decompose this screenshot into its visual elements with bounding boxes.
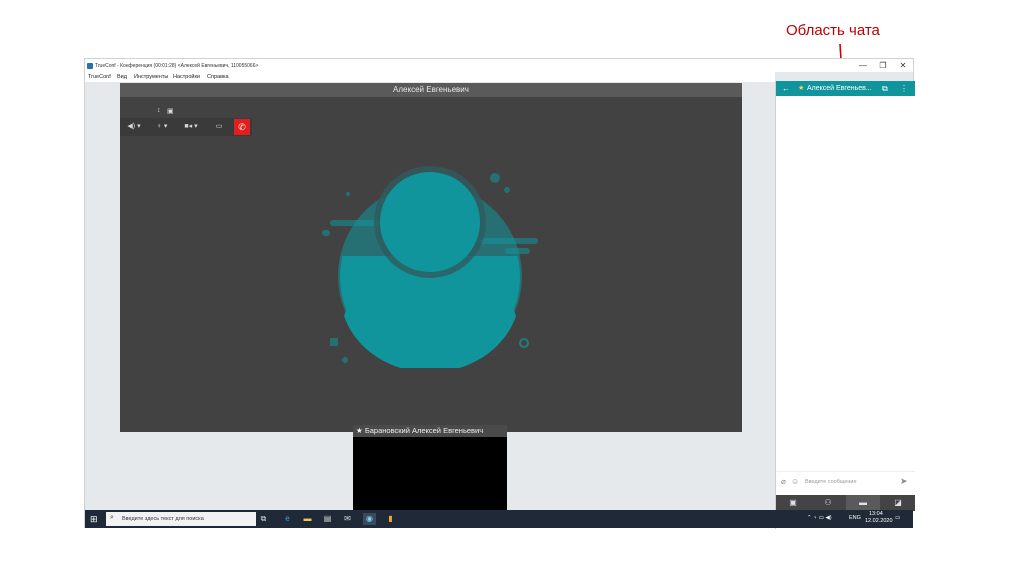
chat-tab-bar: ▣ ⚇ ▬ ◪: [776, 495, 915, 511]
clock-time[interactable]: 13:04: [869, 511, 883, 517]
task-view-icon[interactable]: ⧉: [257, 513, 270, 525]
store-icon[interactable]: ▤: [321, 513, 334, 525]
chat-input-bar: ⌀ ☺ Введите сообщение ➤: [776, 471, 915, 493]
participant-name: Алексей Евгеньевич: [120, 83, 742, 97]
star-icon: ★: [356, 426, 363, 435]
taskbar-search-placeholder: Введите здесь текст для поиска: [122, 516, 204, 522]
slide: Область чата TrueConf - Конференция (00:…: [0, 0, 1024, 574]
taskbar: ⊞ ⌕ Введите здесь текст для поиска ⧉ e ▬…: [85, 510, 913, 528]
back-icon[interactable]: ←: [782, 81, 790, 96]
camera-icon[interactable]: ■◂ ▾: [180, 121, 202, 133]
trueconf-logo-icon: [87, 63, 93, 69]
mail-icon[interactable]: ✉: [341, 513, 354, 525]
layout-icon[interactable]: ▣: [167, 107, 174, 115]
screen-share-icon[interactable]: ▭: [212, 121, 226, 133]
pin-icon[interactable]: ↕: [157, 107, 161, 114]
menu-bar: TrueConf Вид Инструменты Настройки Справ…: [85, 72, 775, 82]
close-button[interactable]: ✕: [897, 61, 909, 70]
annotation-label: Область чата: [786, 22, 880, 39]
menu-item-settings[interactable]: Настройки: [173, 74, 200, 80]
self-view: ★ Барановский Алексей Евгеньевич: [353, 425, 507, 511]
menu-item-trueconf[interactable]: TrueConf: [88, 74, 111, 80]
settings-icon[interactable]: ◪: [881, 495, 915, 511]
participants-icon[interactable]: ▣: [776, 495, 810, 511]
windows-start-icon[interactable]: ⊞: [90, 514, 100, 524]
title-bar: TrueConf - Конференция (00:01:28) <Алекс…: [85, 59, 913, 72]
app-window: TrueConf - Конференция (00:01:28) <Алекс…: [84, 58, 915, 529]
tray-icons[interactable]: ⌃ ♀ ▭ ◀): [807, 515, 832, 521]
call-toolbar: ◀) ▾ ♀ ▾ ■◂ ▾ ▭ ✆: [120, 118, 252, 136]
main-video: Алексей Евгеньевич ↕ ▣ ◀) ▾ ♀ ▾ ■◂ ▾ ▭ ✆: [120, 83, 742, 432]
chat-icon[interactable]: ▬: [846, 495, 880, 511]
chat-panel: ← ★ Алексей Евгеньев... ⧉ ⋮ ⌀ ☺ Введите …: [775, 81, 915, 529]
minimize-button[interactable]: —: [857, 61, 869, 70]
speaker-icon[interactable]: ◀) ▾: [124, 121, 144, 133]
chat-header: ← ★ Алексей Евгеньев... ⧉ ⋮: [776, 81, 915, 96]
message-input[interactable]: Введите сообщение: [805, 479, 857, 485]
explorer-icon[interactable]: ▬: [301, 513, 314, 525]
menu-item-tools[interactable]: Инструменты: [134, 74, 168, 80]
clock-date[interactable]: 12.02.2020: [865, 518, 893, 524]
self-view-name: Барановский Алексей Евгеньевич: [364, 426, 484, 435]
edge-icon[interactable]: e: [281, 513, 294, 525]
trueconf-taskbar-icon[interactable]: ◉: [363, 513, 376, 525]
self-view-label: ★ Барановский Алексей Евгеньевич: [353, 425, 507, 437]
toolbar-top: ↕ ▣: [155, 107, 177, 117]
taskbar-search[interactable]: ⌕ Введите здесь текст для поиска: [106, 512, 256, 526]
emoji-icon[interactable]: ☺: [791, 477, 799, 486]
notification-icon[interactable]: ▭: [895, 515, 900, 521]
hang-up-icon[interactable]: ✆: [234, 119, 250, 135]
language-indicator[interactable]: ENG: [849, 515, 861, 521]
document-icon[interactable]: ▮: [384, 513, 397, 525]
favorite-star-icon: ★: [798, 85, 805, 92]
more-options-icon[interactable]: ⋮: [900, 81, 908, 96]
send-icon[interactable]: ➤: [900, 476, 908, 487]
search-icon: ⌕: [110, 514, 114, 521]
menu-item-help[interactable]: Справка: [207, 74, 229, 80]
restore-button[interactable]: ❐: [877, 61, 889, 70]
contacts-icon[interactable]: ⚇: [811, 495, 845, 511]
menu-item-view[interactable]: Вид: [117, 74, 127, 80]
participant-avatar: [322, 166, 538, 368]
attachment-icon[interactable]: ⌀: [781, 477, 786, 486]
popout-icon[interactable]: ⧉: [882, 81, 888, 96]
chat-contact-name: Алексей Евгеньев...: [807, 85, 872, 92]
microphone-icon[interactable]: ♀ ▾: [152, 121, 172, 133]
window-title: TrueConf - Конференция (00:01:28) <Алекс…: [95, 63, 259, 69]
